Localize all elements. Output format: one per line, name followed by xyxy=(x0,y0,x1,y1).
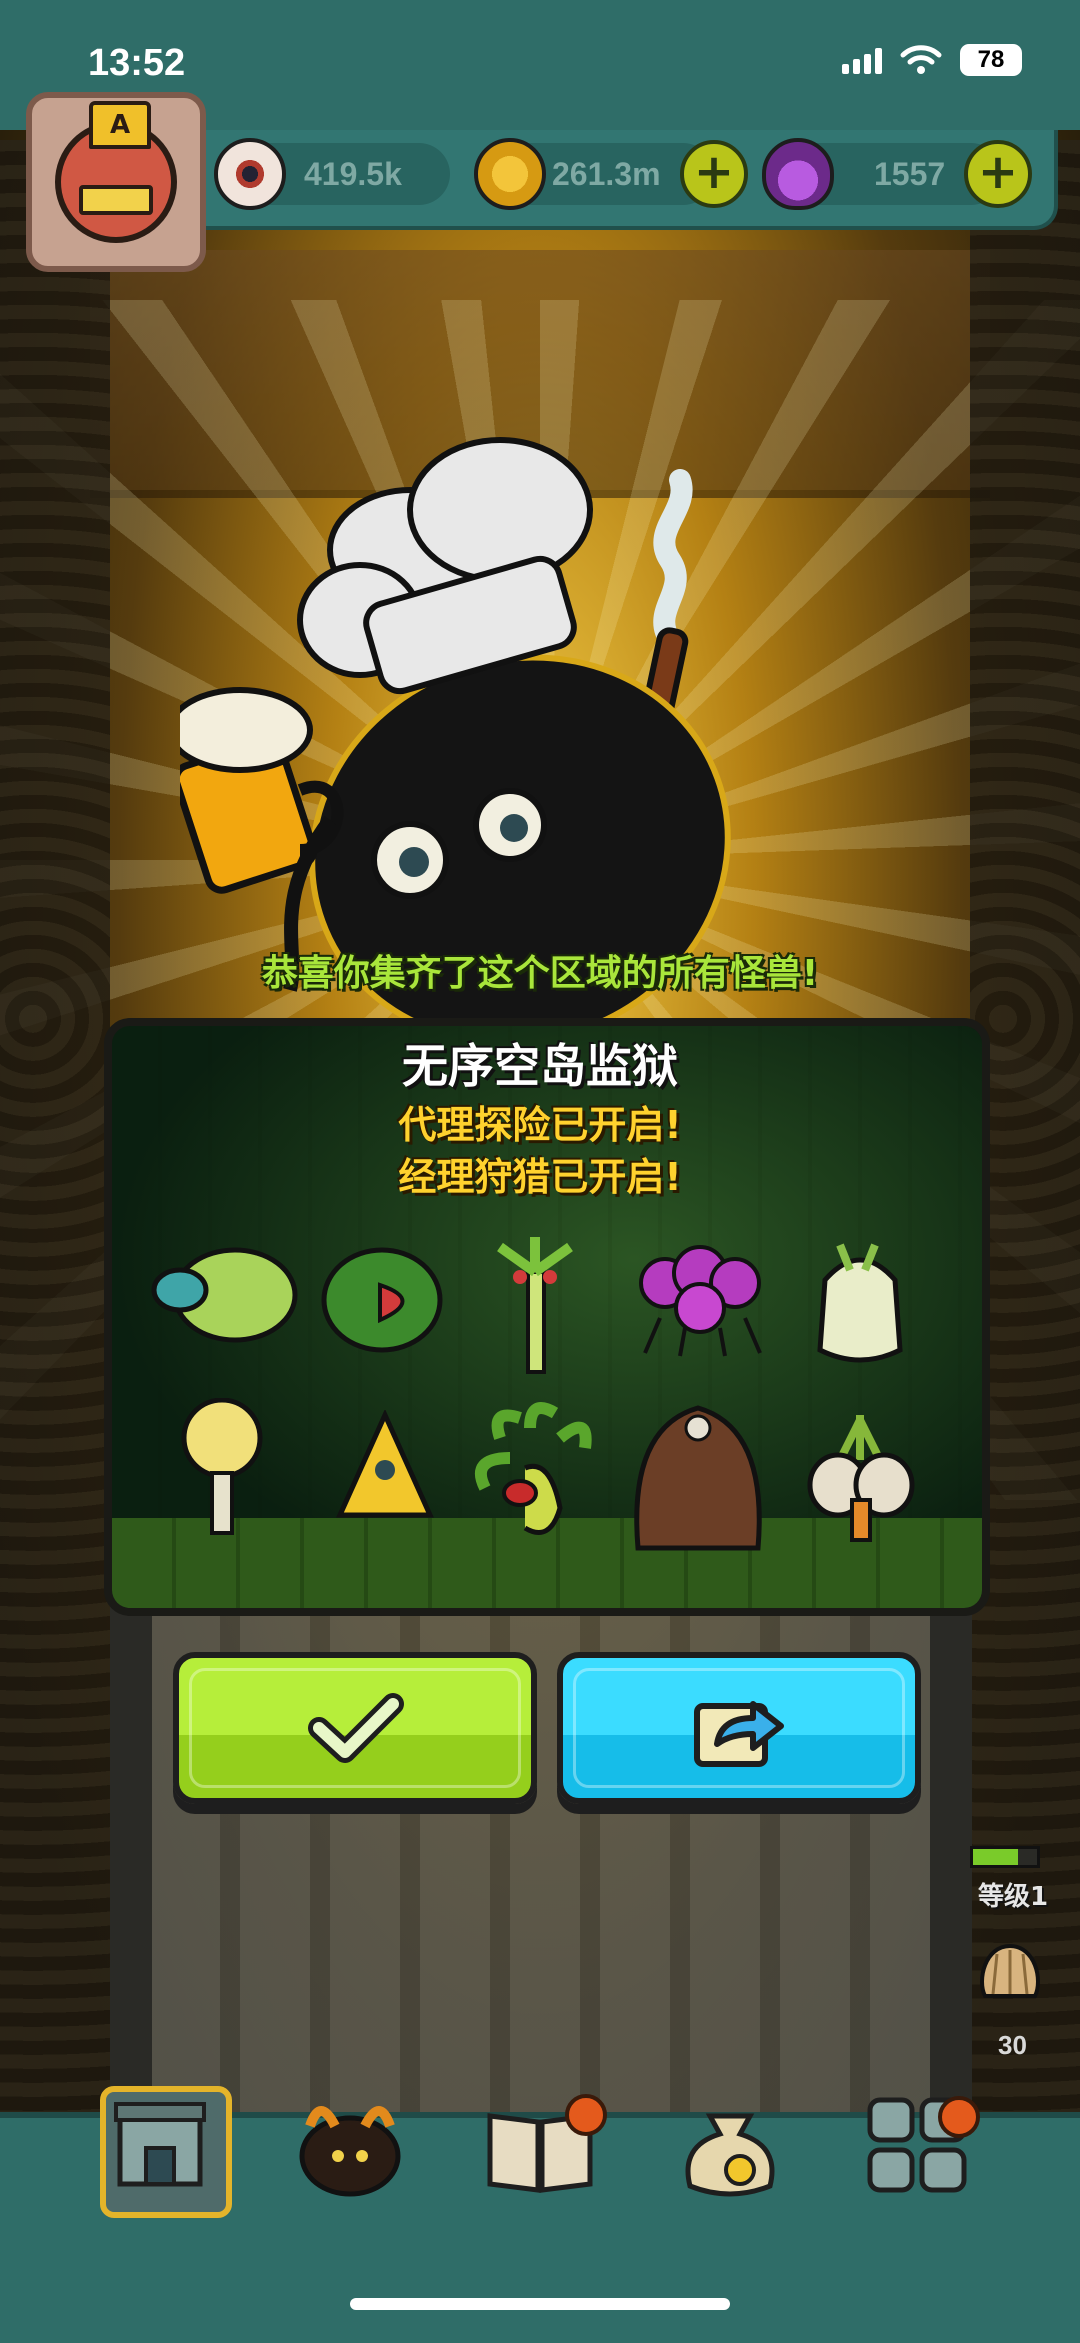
book-notification-badge xyxy=(565,2094,607,2136)
wifi-icon xyxy=(900,45,942,74)
manager-hunting-unlocked: 经理狩猎已开启! xyxy=(398,1155,682,1199)
status-icons: 78 xyxy=(842,44,1022,76)
avatar-face-icon: A xyxy=(55,101,177,243)
level-label: 等级1 xyxy=(978,1882,1049,1912)
coin-icon xyxy=(474,138,546,210)
eyeball-icon xyxy=(214,138,286,210)
share-icon xyxy=(694,1701,784,1767)
eye-resource: 419.5k xyxy=(214,138,450,210)
lettuce-turtle-monster-icon xyxy=(151,1247,298,1343)
share-button[interactable] xyxy=(557,1652,921,1804)
cheese-wedge-monster-icon xyxy=(336,1410,434,1518)
hairy-bigfoot-monster-icon xyxy=(634,1405,762,1551)
medusa-plant-monster-icon xyxy=(474,1402,592,1535)
cellular-signal-icon xyxy=(842,46,882,74)
home-indicator[interactable] xyxy=(350,2298,730,2310)
chef-monster-mascot xyxy=(180,437,731,1030)
level-progress-bar xyxy=(970,1846,1040,1868)
eye-count: 419.5k xyxy=(304,155,402,192)
coin-count: 261.3m xyxy=(552,155,661,192)
potion-count: 1557 xyxy=(874,155,946,192)
add-potions-button[interactable]: + xyxy=(964,140,1032,208)
shell-count: 30 xyxy=(998,2030,1027,2060)
checkmark-icon xyxy=(308,1693,404,1763)
avatar-crown-badge: A xyxy=(89,101,151,149)
nav-money-bag-button[interactable] xyxy=(670,2086,790,2206)
grape-spider-monster-icon xyxy=(639,1245,762,1357)
shell-icon[interactable] xyxy=(975,1940,1045,2004)
cauliflower-monster-icon xyxy=(181,1398,263,1535)
palm-sprout-monster-icon xyxy=(497,1237,573,1374)
agent-adventure-unlocked: 代理探险已开启! xyxy=(398,1103,682,1147)
nav-tavern-button[interactable] xyxy=(100,2086,232,2218)
status-time: 13:52 xyxy=(88,42,186,84)
region-name: 无序空岛监狱 xyxy=(402,1039,678,1093)
menu-notification-badge xyxy=(938,2096,980,2138)
stage-pillar-right xyxy=(930,1600,972,2160)
watermelon-fish-monster-icon xyxy=(321,1247,443,1353)
congrats-banner: 恭喜你集齐了这个区域的所有怪兽! xyxy=(261,953,819,994)
stage-pillar-left xyxy=(110,1600,152,2160)
tavern-icon xyxy=(114,2102,206,2187)
nav-monster-pit-button[interactable] xyxy=(290,2086,410,2206)
radish-ghost-monster-icon xyxy=(817,1243,903,1363)
battery-indicator: 78 xyxy=(960,44,1022,76)
coin-resource: 261.3m xyxy=(474,138,714,210)
potion-icon xyxy=(762,138,834,210)
rock-wall-left xyxy=(0,140,110,2337)
add-coins-button[interactable]: + xyxy=(680,140,748,208)
confirm-button[interactable] xyxy=(173,1652,537,1804)
onion-bulb-monster-icon xyxy=(807,1415,915,1542)
player-avatar[interactable]: A xyxy=(26,92,206,272)
